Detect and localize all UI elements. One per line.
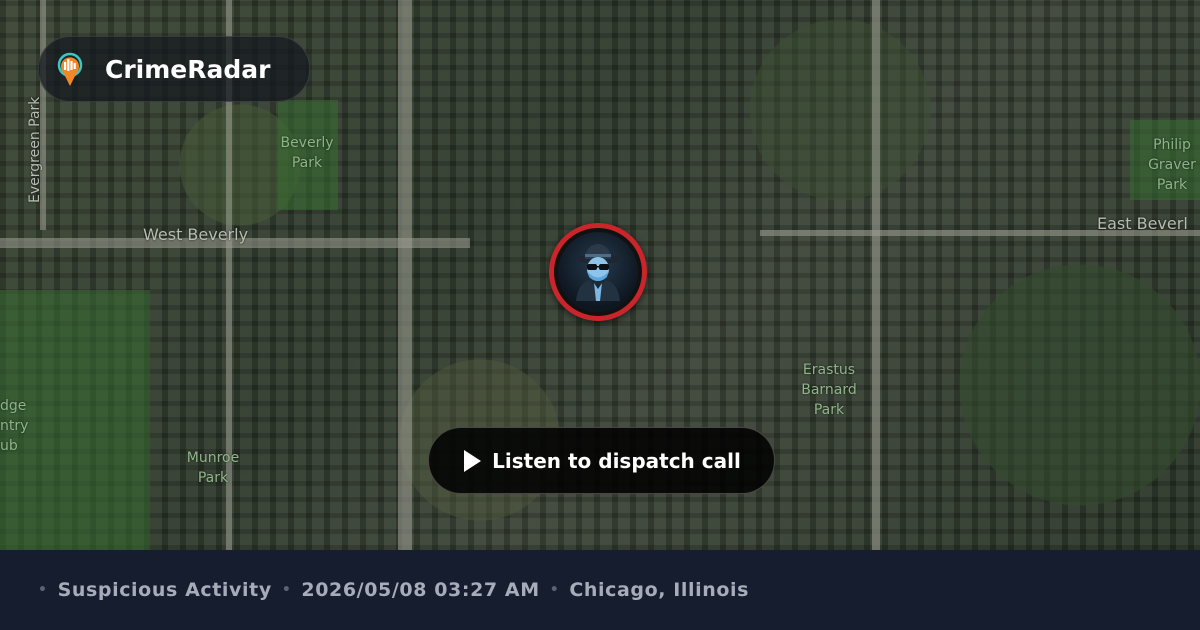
map-label-line: Graver bbox=[1148, 157, 1196, 173]
map-label-line: dge bbox=[0, 398, 27, 414]
footer-separator: • bbox=[549, 582, 560, 598]
map-label-east-beverly: East Beverl bbox=[1097, 214, 1188, 233]
listen-dispatch-label: Listen to dispatch call bbox=[492, 448, 741, 473]
listen-dispatch-button[interactable]: Listen to dispatch call bbox=[428, 427, 775, 494]
map-label-munroe-park: Munroe Park bbox=[180, 448, 246, 488]
play-icon bbox=[462, 449, 482, 473]
brand-badge[interactable]: CrimeRadar bbox=[38, 36, 310, 102]
footer-separator: • bbox=[38, 582, 48, 598]
map-label-line: ntry bbox=[0, 418, 29, 434]
incident-category: Suspicious Activity bbox=[57, 579, 272, 601]
road-main-vertical bbox=[398, 0, 412, 550]
map-label-erastus-park: Erastus Barnard Park bbox=[792, 360, 866, 420]
map-label-beverly-park: Beverly Park bbox=[272, 133, 342, 173]
map-label-philip-park: Philip Graver Park bbox=[1140, 135, 1200, 195]
incident-location: Chicago, Illinois bbox=[569, 579, 750, 601]
road-vertical-right bbox=[872, 0, 880, 550]
map-label-line: Park bbox=[1156, 177, 1188, 193]
radar-pin-logo-icon bbox=[53, 52, 87, 86]
map-label-line: Erastus bbox=[802, 362, 856, 378]
map-label-line: Munroe bbox=[186, 450, 240, 466]
incident-datetime: 2026/05/08 03:27 AM bbox=[301, 579, 540, 601]
map-label-line: Park bbox=[813, 402, 845, 418]
map-label-line: Philip bbox=[1153, 137, 1191, 153]
map-label-line: Park bbox=[197, 470, 229, 486]
incident-marker[interactable] bbox=[549, 223, 647, 321]
brand-name: CrimeRadar bbox=[105, 54, 271, 84]
map-label-ridge-country-club: dge ntry ub bbox=[0, 396, 30, 456]
map-label-west-beverly: West Beverly bbox=[143, 225, 249, 244]
map-label-line: Park bbox=[291, 155, 323, 171]
incident-footer: • Suspicious Activity • 2026/05/08 03:27… bbox=[0, 550, 1200, 630]
marker-avatar bbox=[558, 232, 638, 312]
map-label-line: Beverly bbox=[280, 135, 334, 151]
footer-separator: • bbox=[281, 582, 292, 598]
incognito-spy-icon bbox=[570, 239, 626, 305]
map-label-line: Barnard bbox=[801, 382, 857, 398]
map-label-line: ub bbox=[0, 438, 18, 454]
